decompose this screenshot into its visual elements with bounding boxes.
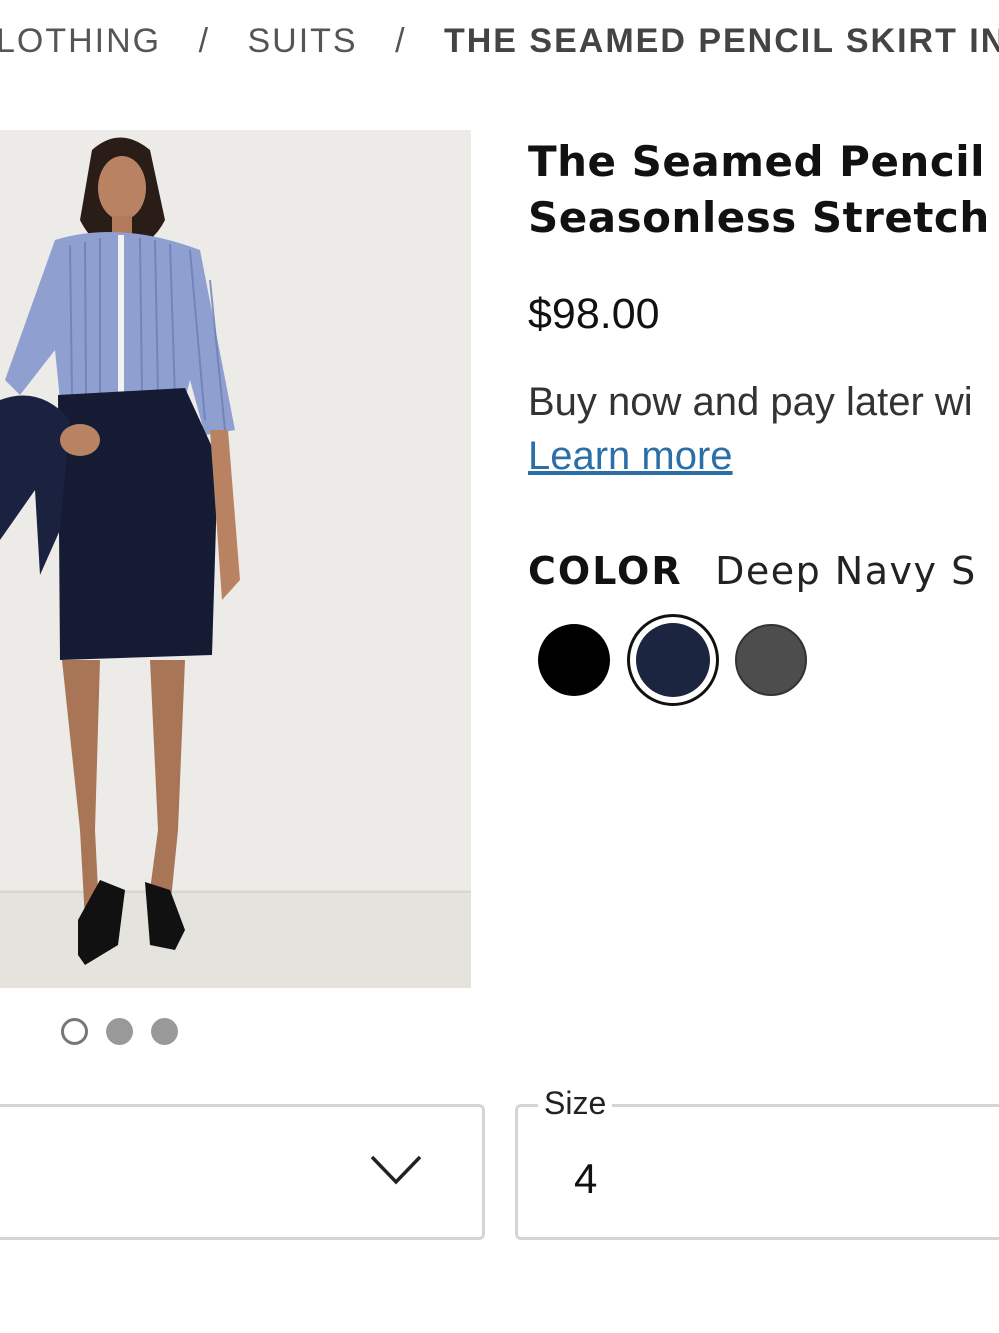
size-value: 4: [574, 1155, 598, 1202]
model-photo: [0, 130, 471, 988]
product-title-line-2: Seasonless Stretch: [528, 193, 990, 242]
image-carousel-dots: [61, 1018, 178, 1045]
carousel-dot-3[interactable]: [151, 1018, 178, 1045]
breadcrumb-item-suits[interactable]: SUITS: [247, 22, 357, 60]
color-swatch-deep-navy[interactable]: [627, 614, 719, 706]
product-title-line-1: The Seamed Pencil S: [528, 137, 999, 186]
product-title: The Seamed Pencil S Seasonless Stretch: [528, 134, 999, 246]
color-swatch-deep-navy-fill: [636, 623, 710, 697]
color-swatch-grey[interactable]: [735, 624, 807, 696]
bnpl-message: Buy now and pay later wi: [528, 380, 973, 424]
color-selector-header: COLOR Deep Navy S: [528, 549, 977, 593]
color-swatch-black[interactable]: [538, 624, 610, 696]
quantity-select[interactable]: [0, 1104, 485, 1240]
product-price: $98.00: [528, 290, 660, 338]
breadcrumb-current: THE SEAMED PENCIL SKIRT IN: [443, 22, 999, 60]
learn-more-link[interactable]: Learn more: [528, 434, 733, 479]
breadcrumb-separator: /: [198, 22, 211, 60]
chevron-down-icon: [370, 1155, 422, 1185]
color-label: COLOR: [528, 549, 683, 593]
size-label: Size: [538, 1085, 613, 1122]
breadcrumb-separator: /: [395, 22, 407, 60]
selected-color-name: Deep Navy S: [715, 549, 977, 593]
carousel-dot-2[interactable]: [106, 1018, 133, 1045]
breadcrumb: LOTHING / SUITS / THE SEAMED PENCIL SKIR…: [0, 22, 999, 61]
product-image[interactable]: [0, 130, 471, 988]
breadcrumb-item-clothing[interactable]: LOTHING: [0, 22, 161, 60]
carousel-dot-1[interactable]: [61, 1018, 88, 1045]
size-select[interactable]: Size 4: [515, 1085, 999, 1240]
